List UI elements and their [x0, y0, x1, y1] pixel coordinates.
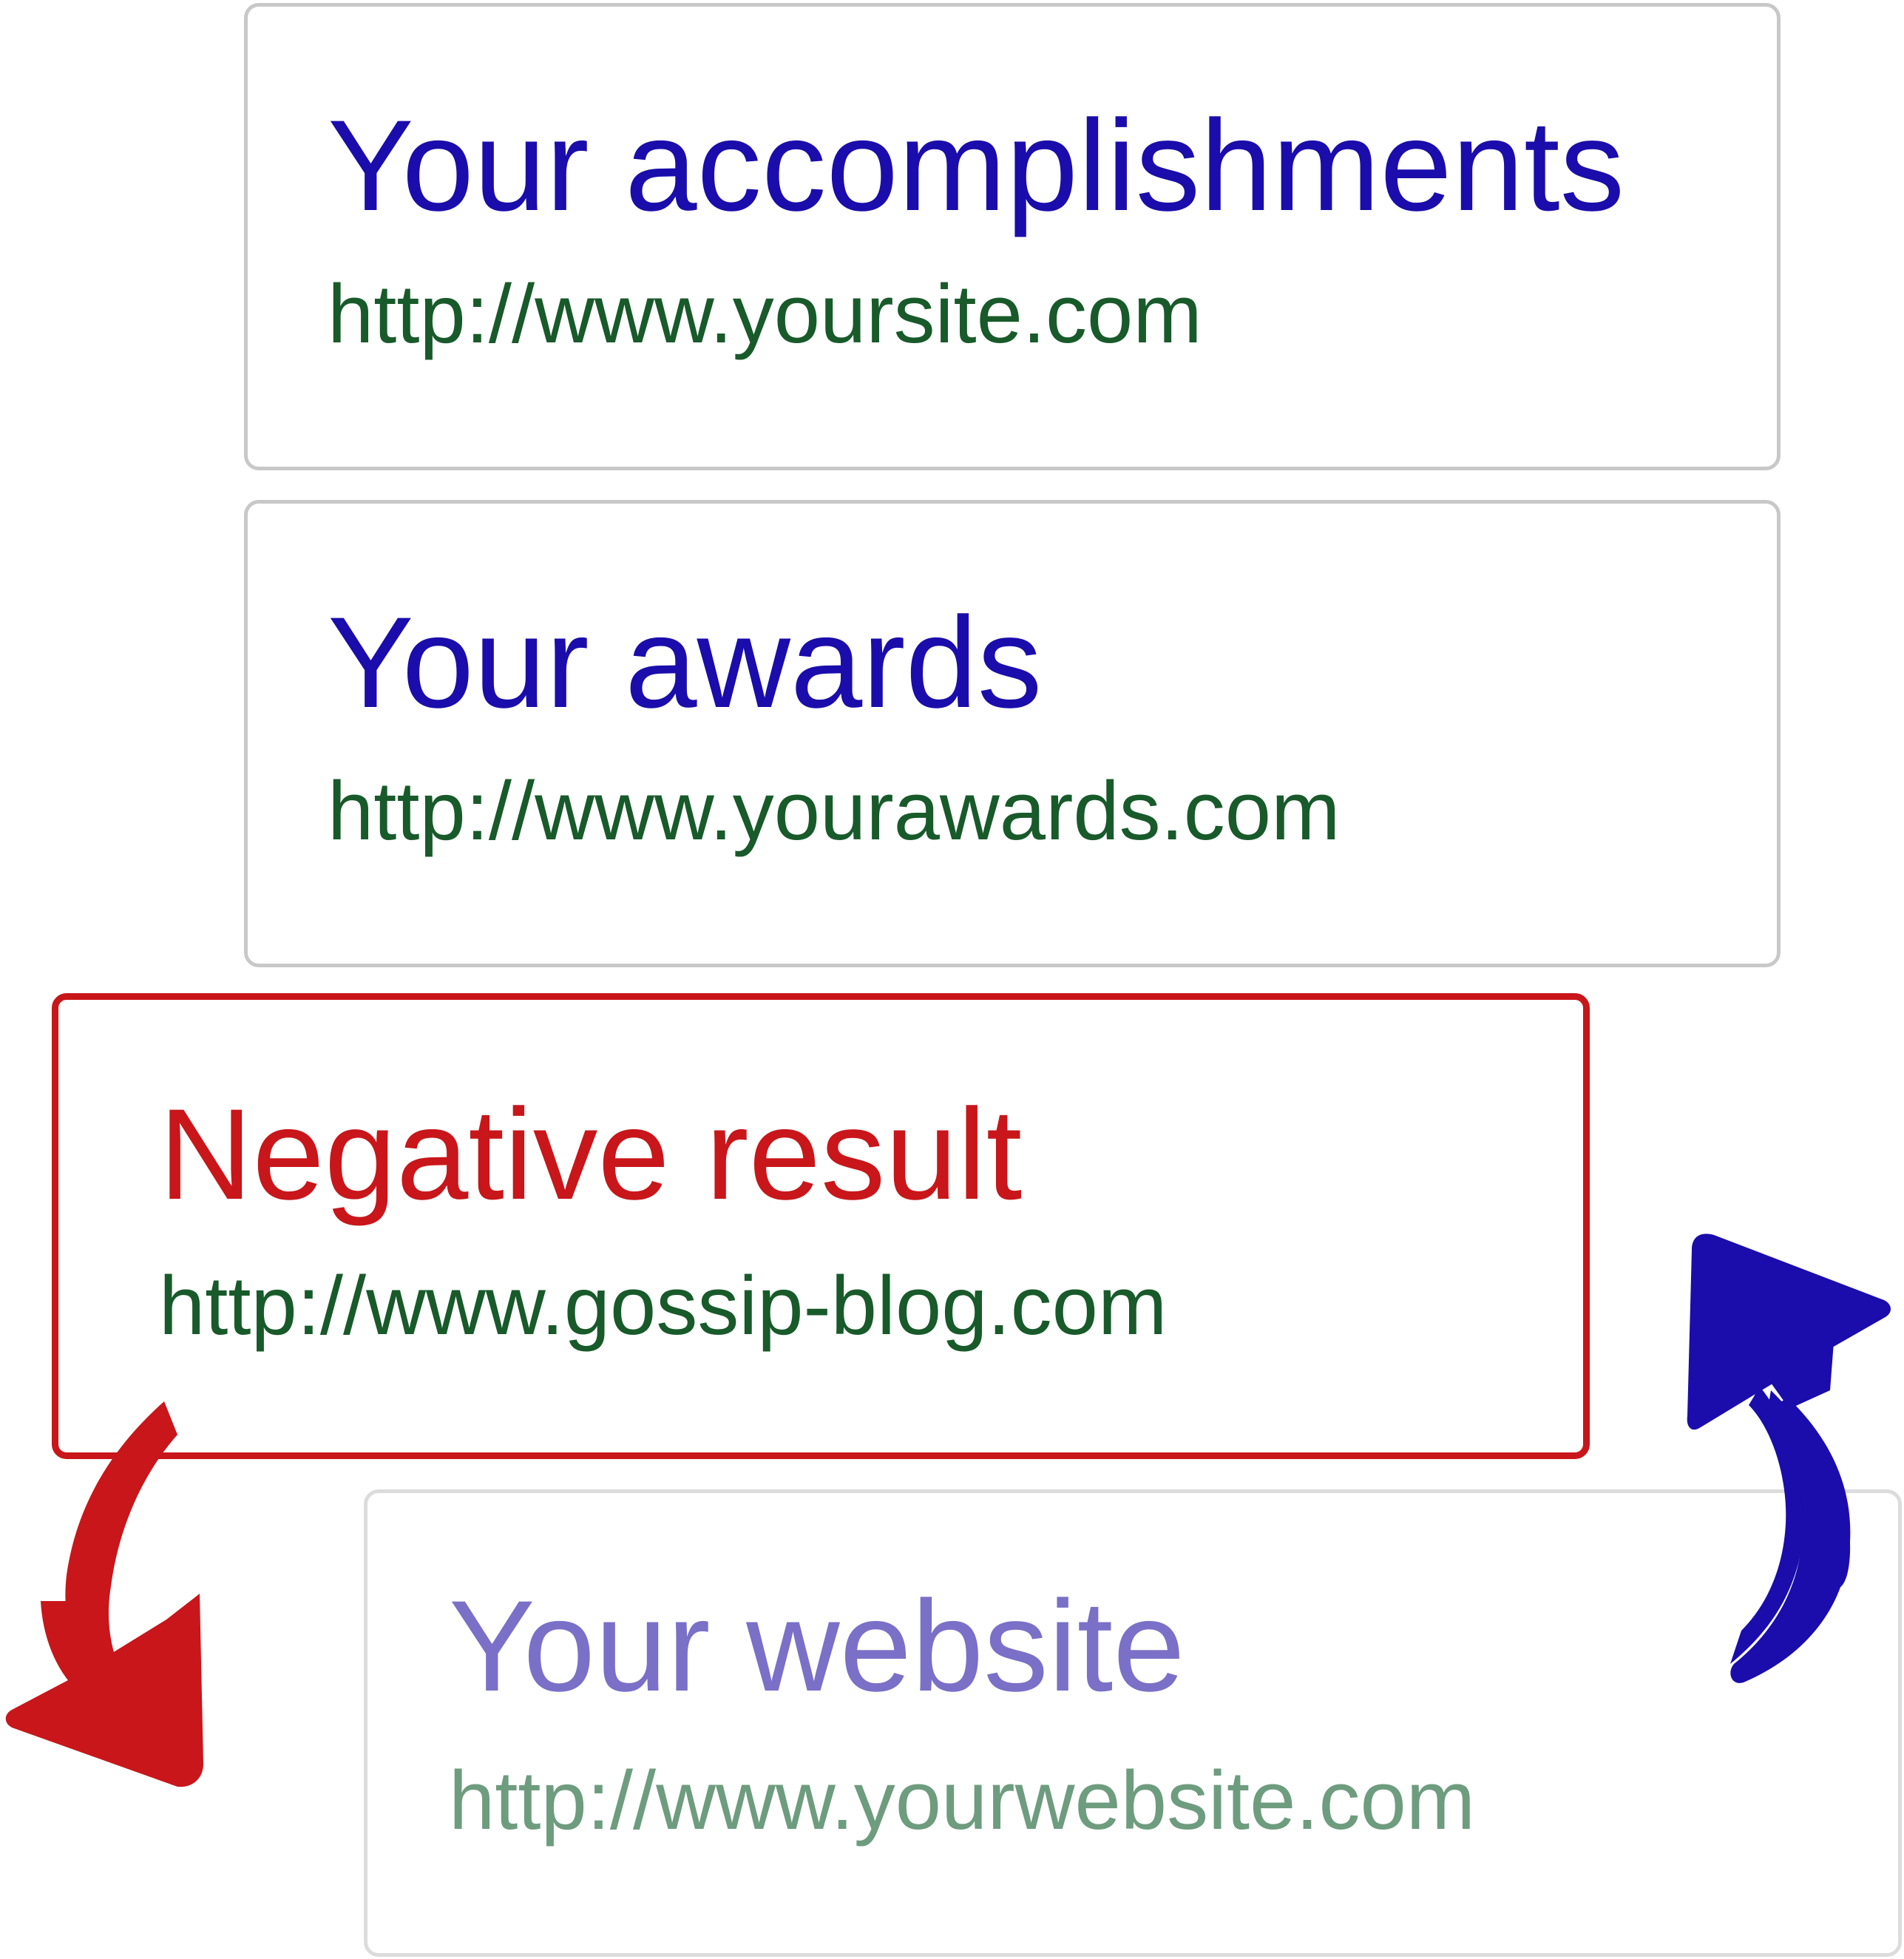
result-url: http://www.gossip-blog.com — [159, 1259, 1168, 1352]
result-title[interactable]: Your awards — [328, 598, 1042, 728]
result-title[interactable]: Your accomplishments — [328, 101, 1625, 231]
search-result-card-website: Your website http://www.yourwebsite.com — [364, 1489, 1902, 1957]
result-url: http://www.yourawards.com — [328, 765, 1341, 857]
result-title[interactable]: Your website — [449, 1582, 1185, 1711]
search-result-card-awards: Your awards http://www.yourawards.com — [244, 500, 1781, 967]
curved-down-arrow-icon — [5, 1401, 203, 1787]
result-title[interactable]: Negative result — [159, 1090, 1022, 1219]
search-result-card-negative: Negative result http://www.gossip-blog.c… — [52, 993, 1590, 1459]
search-result-card-accomplishments: Your accomplishments http://www.yoursite… — [244, 3, 1781, 470]
result-url: http://www.yourwebsite.com — [449, 1754, 1476, 1847]
result-url: http://www.yoursite.com — [328, 268, 1202, 360]
